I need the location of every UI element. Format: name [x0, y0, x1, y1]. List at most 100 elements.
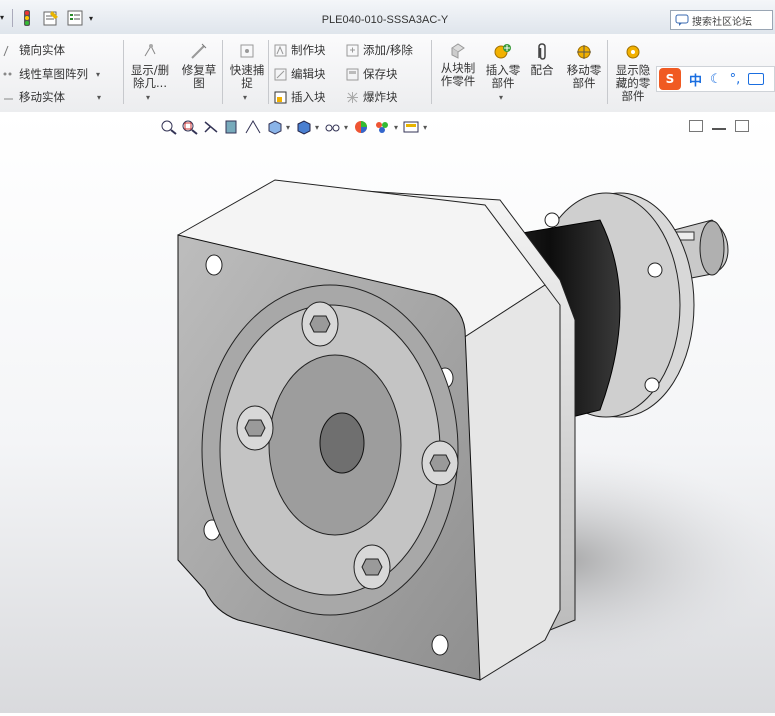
- window-title: PLE040-010-SSSA3AC-Y: [321, 14, 449, 26]
- view-orientation-icon[interactable]: [265, 119, 283, 135]
- traffic-light-icon[interactable]: [21, 10, 33, 26]
- view-settings-dropdown-icon[interactable]: ▾: [423, 123, 427, 132]
- display-delete-line2: 除几...: [133, 76, 167, 90]
- move-component-line2: 部件: [572, 76, 596, 90]
- graphics-area[interactable]: [0, 112, 775, 713]
- dynamic-annotation-icon[interactable]: [244, 119, 262, 135]
- separator: [222, 40, 223, 104]
- paperclip-icon: [531, 42, 553, 62]
- previous-view-icon[interactable]: [202, 119, 220, 135]
- zoom-to-fit-icon[interactable]: [160, 119, 178, 135]
- edit-block-button[interactable]: 编辑块: [274, 66, 326, 82]
- linear-sketch-pattern-button[interactable]: 线性草图阵列 ▾: [2, 66, 104, 82]
- file-properties-icon[interactable]: [43, 10, 59, 26]
- add-remove-button[interactable]: 添加/移除: [346, 42, 413, 58]
- insert-components-line2: 部件: [491, 76, 515, 90]
- make-block-label: 制作块: [291, 43, 326, 57]
- mirror-entities-label: 镜向实体: [19, 43, 65, 57]
- quick-snaps-line1: 快速捕: [229, 63, 265, 77]
- move-entities-button[interactable]: 移动实体 ▾: [2, 89, 105, 105]
- part-from-block-icon: [447, 40, 469, 60]
- separator: [123, 40, 124, 104]
- community-search[interactable]: 搜索社区论坛: [670, 10, 773, 30]
- options-icon[interactable]: [67, 10, 83, 26]
- save-block-label: 保存块: [363, 67, 398, 81]
- hide-show-items-icon[interactable]: [323, 119, 341, 135]
- snap-icon: [236, 42, 258, 62]
- show-hidden-icon: [622, 42, 644, 62]
- section-view-icon[interactable]: [223, 119, 241, 135]
- separator: [268, 40, 269, 104]
- pattern-icon: [2, 68, 15, 81]
- add-remove-icon: [346, 44, 359, 57]
- add-remove-label: 添加/移除: [363, 43, 413, 57]
- move-component-line1: 移动零: [566, 63, 602, 77]
- insert-components-icon: [492, 42, 514, 62]
- repair-sketch-line1: 修复草: [181, 63, 217, 77]
- view-settings-icon[interactable]: [402, 119, 420, 135]
- gearbox-model: [177, 179, 775, 681]
- viewport-window-controls: [680, 120, 749, 132]
- sogou-logo-icon: S: [659, 68, 681, 90]
- edit-appearance-icon[interactable]: [352, 119, 370, 135]
- title-bar: ▾ ▾ PLE040-010-SSSA3AC-Y 搜索社区论坛: [0, 0, 775, 35]
- show-hidden-line2: 藏的零: [615, 76, 651, 90]
- chat-icon: [675, 14, 689, 27]
- keyboard-icon[interactable]: [748, 73, 765, 85]
- dropdown-caret-icon[interactable]: ▾: [0, 9, 13, 27]
- quick-snaps-dropdown-icon[interactable]: ▾: [243, 93, 247, 102]
- display-style-dropdown-icon[interactable]: ▾: [315, 123, 319, 132]
- display-style-icon[interactable]: [294, 119, 312, 135]
- insert-components-line1: 插入零: [485, 63, 521, 77]
- pattern-dropdown-icon[interactable]: ▾: [96, 70, 100, 79]
- apply-scene-icon[interactable]: [373, 119, 391, 135]
- insert-block-button[interactable]: 插入块: [274, 89, 326, 105]
- separator: [607, 40, 608, 104]
- heads-up-view-toolbar: ▾ ▾ ▾ ▾ ▾: [160, 116, 431, 138]
- show-hidden-components-button[interactable]: 显示隐 藏的零 部件: [612, 42, 654, 103]
- toolbar-dropdown-icon[interactable]: ▾: [89, 14, 93, 23]
- insert-block-label: 插入块: [291, 90, 326, 104]
- mate-label: 配合: [530, 63, 554, 77]
- make-part-from-block-button[interactable]: 从块制 作零件: [436, 43, 480, 88]
- restore-icon[interactable]: [735, 120, 749, 132]
- insert-components-button[interactable]: 插入零 部件 ▾: [482, 42, 524, 104]
- move-component-icon: [573, 42, 595, 62]
- explode-block-button[interactable]: 爆炸块: [346, 89, 398, 105]
- search-label: 搜索社区论坛: [692, 16, 752, 28]
- display-delete-relations-button[interactable]: 显示/删 除几... ▾: [128, 42, 172, 104]
- make-block-button[interactable]: 制作块: [274, 42, 326, 58]
- insert-components-dropdown-icon[interactable]: ▾: [499, 93, 503, 102]
- quick-access-toolbar: ▾ ▾: [0, 9, 93, 27]
- explode-block-icon: [346, 91, 359, 104]
- zoom-to-area-icon[interactable]: [181, 119, 199, 135]
- split-view-icon[interactable]: [689, 120, 703, 132]
- minimize-icon[interactable]: [712, 120, 726, 130]
- part-from-block-line1: 从块制: [440, 61, 476, 75]
- move-entities-label: 移动实体: [19, 90, 65, 104]
- show-hidden-line3: 部件: [621, 89, 645, 103]
- mate-button[interactable]: 配合: [527, 42, 557, 77]
- move-icon: [2, 91, 15, 104]
- moon-icon[interactable]: ☾: [710, 72, 722, 87]
- edit-block-label: 编辑块: [291, 67, 326, 81]
- move-component-button[interactable]: 移动零 部件: [562, 42, 606, 90]
- hide-show-dropdown-icon[interactable]: ▾: [344, 123, 348, 132]
- move-dropdown-icon[interactable]: ▾: [97, 93, 101, 102]
- display-delete-dropdown-icon[interactable]: ▾: [146, 93, 150, 102]
- repair-sketch-button[interactable]: 修复草 图: [177, 42, 221, 90]
- repair-sketch-line2: 图: [193, 76, 205, 90]
- relations-icon: [139, 42, 161, 62]
- linear-sketch-pattern-label: 线性草图阵列: [19, 67, 88, 81]
- apply-scene-dropdown-icon[interactable]: ▾: [394, 123, 398, 132]
- quick-snaps-button[interactable]: 快速捕 捉 ▾: [226, 42, 268, 104]
- ime-toolbar[interactable]: S 中 ☾ °,: [656, 66, 775, 92]
- explode-block-label: 爆炸块: [363, 90, 398, 104]
- punctuation-icon[interactable]: °,: [730, 72, 741, 87]
- view-orientation-dropdown-icon[interactable]: ▾: [286, 123, 290, 132]
- save-block-button[interactable]: 保存块: [346, 66, 398, 82]
- mirror-entities-button[interactable]: 镜向实体: [2, 42, 65, 58]
- part-from-block-line2: 作零件: [440, 74, 476, 88]
- ime-mode-toggle[interactable]: 中: [689, 70, 702, 89]
- quick-snaps-line2: 捉: [241, 76, 253, 90]
